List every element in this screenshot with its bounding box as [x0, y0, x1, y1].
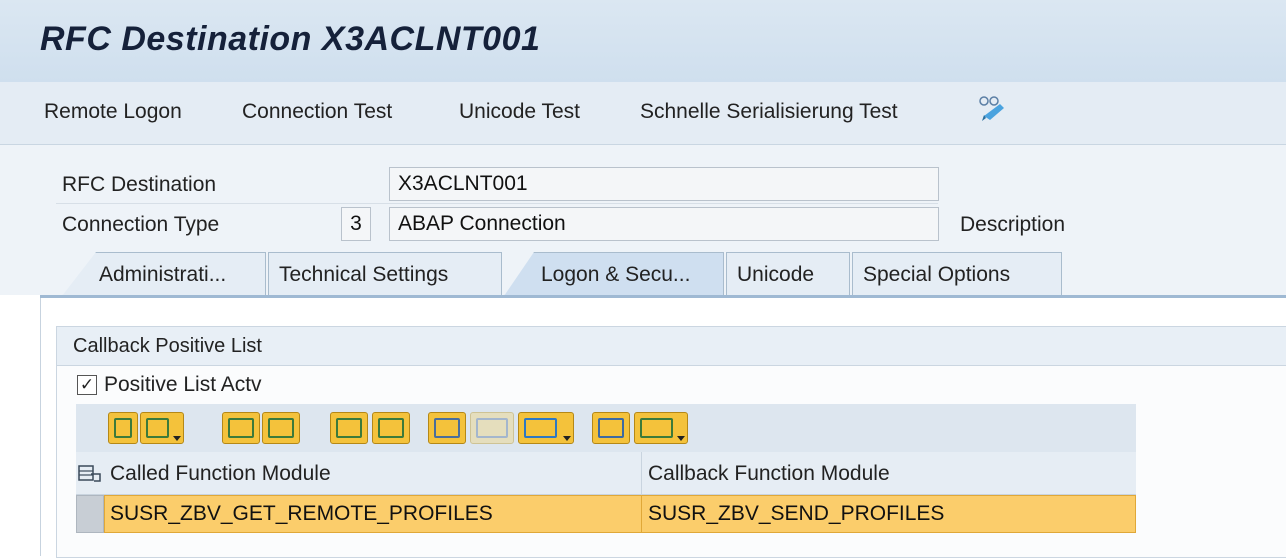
description-label: Description — [960, 213, 1066, 236]
paste-menu-icon[interactable] — [140, 412, 184, 444]
rfc-destination-field[interactable]: X3ACLNT001 — [389, 167, 939, 201]
filter-menu-icon[interactable] — [518, 412, 574, 444]
connection-type-code-field[interactable]: 3 — [341, 207, 371, 241]
called-function-cell[interactable]: SUSR_ZBV_GET_REMOTE_PROFILES — [104, 495, 642, 533]
copy-icon[interactable] — [108, 412, 138, 444]
sort-ascending-icon[interactable] — [330, 412, 368, 444]
header-separator — [56, 203, 938, 204]
tab-special-options[interactable]: Special Options — [852, 252, 1062, 296]
rfc-destination-label: RFC Destination — [62, 173, 217, 196]
select-all-icon[interactable] — [76, 452, 104, 494]
tab-technical-settings[interactable]: Technical Settings — [268, 252, 502, 296]
export-icon[interactable] — [634, 412, 688, 444]
glasses-display-icon[interactable] — [974, 94, 1010, 122]
find-next-icon[interactable] — [470, 412, 514, 444]
serialization-test-button[interactable]: Schnelle Serialisierung Test — [640, 100, 898, 124]
row-selector[interactable] — [76, 495, 104, 533]
connection-type-label: Connection Type — [62, 213, 220, 236]
delete-row-icon[interactable] — [262, 412, 300, 444]
find-icon[interactable] — [428, 412, 466, 444]
column-header-callback-function[interactable]: Callback Function Module — [642, 452, 1136, 494]
connection-test-button[interactable]: Connection Test — [242, 100, 392, 124]
positive-list-active-label: Positive List Actv — [104, 373, 262, 396]
positive-list-active-checkbox[interactable]: ✓ — [77, 375, 97, 395]
tab-unicode[interactable]: Unicode — [726, 252, 850, 296]
page-title: RFC Destination X3ACLNT001 — [40, 20, 541, 58]
remote-logon-button[interactable]: Remote Logon — [44, 100, 182, 124]
tab-administration[interactable]: Administrati... — [62, 252, 266, 296]
insert-row-icon[interactable] — [222, 412, 260, 444]
unicode-test-button[interactable]: Unicode Test — [459, 100, 580, 124]
sort-descending-icon[interactable] — [372, 412, 410, 444]
connection-type-field[interactable]: ABAP Connection — [389, 207, 939, 241]
print-icon[interactable] — [592, 412, 630, 444]
tab-logon-security[interactable]: Logon & Secu... — [504, 252, 724, 296]
group-title-bar: Callback Positive List — [57, 327, 1286, 366]
callback-function-cell[interactable]: SUSR_ZBV_SEND_PROFILES — [642, 495, 1136, 533]
application-toolbar: Remote Logon Connection Test Unicode Tes… — [0, 82, 1286, 145]
group-title: Callback Positive List — [73, 335, 262, 357]
column-header-called-function[interactable]: Called Function Module — [104, 452, 642, 494]
title-bar: RFC Destination X3ACLNT001 — [0, 0, 1286, 83]
